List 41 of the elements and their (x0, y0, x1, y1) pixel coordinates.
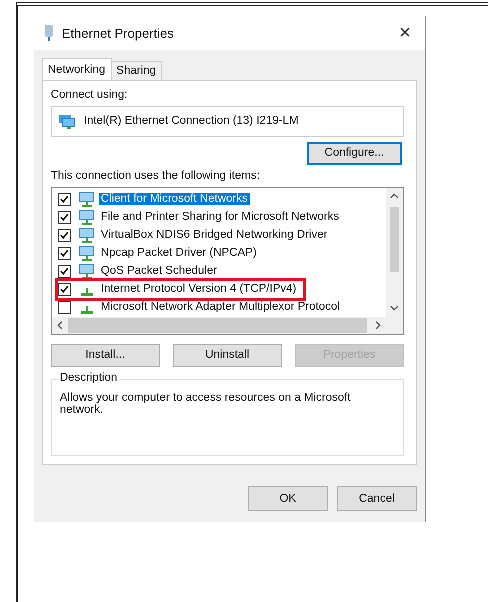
checkbox[interactable] (58, 282, 71, 296)
list-item[interactable]: Microsoft Network Adapter Multiplexor Protocol (99, 301, 342, 314)
list-item[interactable]: VirtualBox NDIS6 Bridged Networking Driver (99, 229, 330, 242)
dialog-button[interactable]: Cancel (337, 486, 417, 511)
dialog-button[interactable]: OK (248, 486, 328, 511)
checkbox[interactable] (58, 228, 71, 242)
list-item[interactable]: Internet Protocol Version 4 (TCP/IPv4) (99, 283, 299, 296)
list-item[interactable]: File and Printer Sharing for Microsoft Networks (99, 211, 342, 224)
network-monitor-icon (58, 114, 76, 129)
list-item[interactable]: Client for Microsoft Networks (99, 193, 250, 206)
checkbox[interactable] (58, 300, 71, 314)
adapter-name: Intel(R) Ethernet Connection (13) I219-LM (84, 115, 299, 128)
item-button[interactable]: Install... (51, 344, 160, 367)
protocol-icon (81, 288, 93, 296)
chevron-icon (56, 320, 64, 330)
list-item[interactable]: QoS Packet Scheduler (99, 265, 220, 278)
network-monitor-icon (79, 246, 95, 261)
window-title: Ethernet Properties (62, 26, 176, 40)
items-label: This connection uses the following items: (51, 170, 262, 182)
network-adapter-icon (44, 25, 54, 41)
list-item[interactable]: Npcap Packet Driver (NPCAP) (99, 247, 259, 260)
description-title: Description (58, 372, 120, 384)
checkbox[interactable] (58, 192, 71, 206)
horizontal-scrollbar[interactable] (52, 316, 403, 334)
tab[interactable]: Sharing (110, 61, 162, 80)
network-monitor-icon (79, 192, 95, 207)
checkbox[interactable] (58, 246, 71, 260)
chevron-icon (390, 192, 399, 200)
protocol-icon (81, 306, 93, 314)
description-text: Allows your computer to access resources on a Microsoft network. (60, 392, 352, 416)
tab[interactable]: Networking (42, 58, 112, 80)
connect-using-label: Connect using: (51, 89, 129, 101)
configure-button[interactable]: Configure... (307, 142, 402, 165)
vertical-scrollbar[interactable] (386, 188, 403, 317)
network-monitor-icon (79, 264, 95, 279)
network-monitor-icon (79, 228, 95, 243)
item-button[interactable]: Uninstall (173, 344, 282, 367)
checkbox[interactable] (58, 264, 71, 278)
close-button[interactable]: × (395, 23, 415, 43)
network-monitor-icon (79, 210, 95, 225)
checkbox[interactable] (58, 210, 71, 224)
